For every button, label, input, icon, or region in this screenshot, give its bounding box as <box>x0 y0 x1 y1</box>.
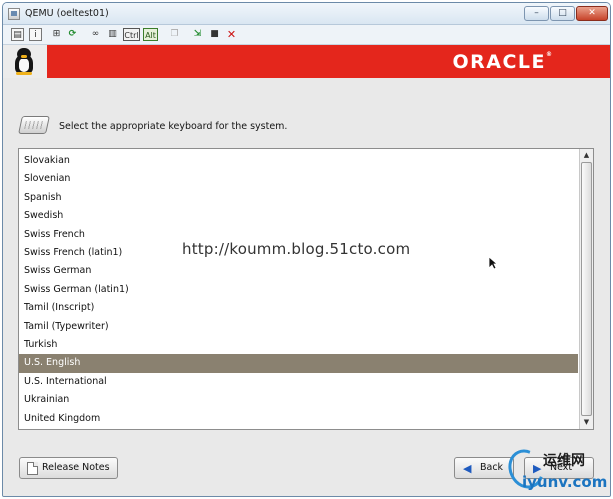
save-icon[interactable]: ■ <box>208 28 221 41</box>
close-button[interactable]: ✕ <box>576 6 608 21</box>
maximize-button[interactable]: □ <box>550 6 575 21</box>
link-icon[interactable]: ∞ <box>89 28 102 41</box>
release-notes-label: Release Notes <box>42 462 110 473</box>
bookshelf-icon[interactable]: ▥ <box>106 28 119 41</box>
mouse-cursor-icon <box>488 256 498 270</box>
keyboard-listbox[interactable]: United Kingdom Ukrainian U.S. Internationa… <box>18 148 594 430</box>
info-icon[interactable]: i <box>29 28 42 41</box>
title-bar[interactable]: QEMU (oeltest01) – □ ✕ <box>3 3 610 25</box>
keyboard-list-item[interactable]: Turkish <box>19 336 578 354</box>
qemu-window: QEMU (oeltest01) – □ ✕ ▤ i ⊞ ⟳ ∞ ▥ Ctrl … <box>2 2 611 497</box>
keyboard-list-item[interactable]: Spanish <box>19 189 578 207</box>
banner-left-panel <box>3 45 47 78</box>
keyboard-list-item[interactable]: U.S. English <box>19 354 578 373</box>
close-x-icon[interactable]: ✕ <box>225 28 238 41</box>
installer-content: Select the appropriate keyboard for the … <box>3 78 610 496</box>
document-icon <box>27 462 38 475</box>
prompt-text: Select the appropriate keyboard for the … <box>59 121 288 132</box>
url-watermark: http://koumm.blog.51cto.com <box>182 240 411 258</box>
toolbar: ▤ i ⊞ ⟳ ∞ ▥ Ctrl Alt ❐ ⇲ ■ ✕ <box>3 25 610 45</box>
keyboard-list-item[interactable]: Slovakian <box>19 152 578 170</box>
grid-icon[interactable]: ⊞ <box>50 28 63 41</box>
ctrl-key-icon[interactable]: Ctrl <box>123 28 140 41</box>
scroll-thumb[interactable] <box>581 162 592 416</box>
site-logo-url: iyunv.com <box>522 473 608 491</box>
vertical-scrollbar[interactable]: ▲ ▼ <box>579 149 593 429</box>
tux-penguin-icon <box>13 48 35 75</box>
keyboard-list-item[interactable]: Tamil (Typewriter) <box>19 318 578 336</box>
keyboard-icon <box>18 113 50 135</box>
oracle-logo: ORACLE® <box>452 51 552 73</box>
keyboard-list-item[interactable]: U.S. International <box>19 373 578 391</box>
properties-icon[interactable]: ▤ <box>11 28 24 41</box>
keyboard-list-item[interactable]: Swiss German (latin1) <box>19 281 578 299</box>
scroll-up-arrow-icon[interactable]: ▲ <box>581 150 592 161</box>
keyboard-list-item[interactable]: Ukrainian <box>19 391 578 409</box>
refresh-icon[interactable]: ⟳ <box>66 28 79 41</box>
back-arrow-icon: ◀ <box>463 462 472 475</box>
keyboard-list-item[interactable]: Swedish <box>19 207 578 225</box>
alt-key-icon[interactable]: Alt <box>143 28 158 41</box>
back-label: Back <box>480 462 504 473</box>
keyboard-list-item[interactable]: Slovenian <box>19 170 578 188</box>
scroll-down-arrow-icon[interactable]: ▼ <box>581 417 592 428</box>
keyboard-list-item[interactable]: United Kingdom <box>19 410 578 428</box>
minimize-button[interactable]: – <box>524 6 549 21</box>
release-notes-button[interactable]: Release Notes <box>19 457 118 479</box>
keyboard-list-item[interactable]: Tamil (Inscript) <box>19 299 578 317</box>
import-icon[interactable]: ⇲ <box>191 28 204 41</box>
app-icon <box>8 8 20 20</box>
oracle-banner: ORACLE® <box>3 45 610 78</box>
window-title: QEMU (oeltest01) <box>25 8 109 19</box>
site-watermark-logo: 运维网 iyunv.com <box>502 443 608 495</box>
site-logo-cn: 运维网 <box>543 453 585 469</box>
copy-icon[interactable]: ❐ <box>168 28 181 41</box>
